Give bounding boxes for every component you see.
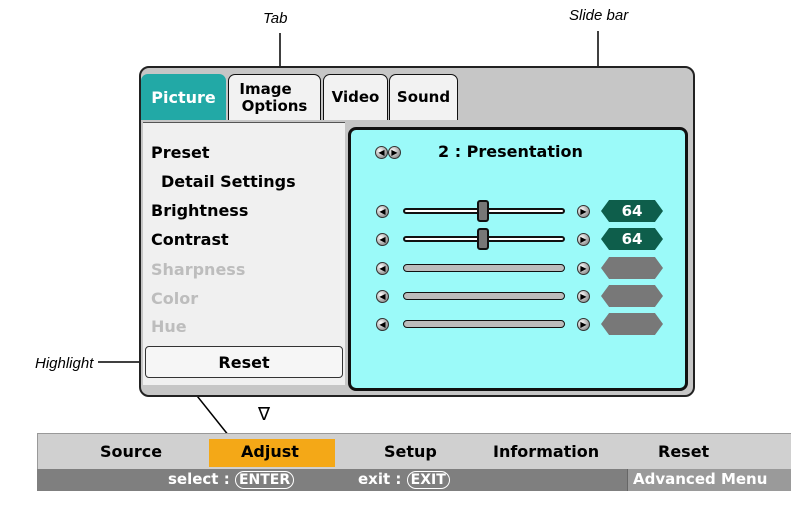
hue-decrease-arrow-icon: ◀ [376,318,389,331]
contrast-decrease-arrow-icon[interactable]: ◀ [376,233,389,246]
bottom-menu-source[interactable]: Source [100,442,162,461]
preset-right-arrow-icon[interactable]: ▶ [388,146,401,159]
preset-left-arrow-icon[interactable]: ◀ [375,146,388,159]
hue-value-badge [601,313,663,335]
menu-item-hue: Hue [151,317,187,336]
bottom-menu-information[interactable]: Information [493,442,599,461]
color-decrease-arrow-icon: ◀ [376,290,389,303]
menu-item-brightness[interactable]: Brightness [151,201,248,220]
contrast-value-badge: 64 [601,228,663,250]
menu-item-preset[interactable]: Preset [151,143,210,162]
sharpness-decrease-arrow-icon: ◀ [376,262,389,275]
select-hint-label: select : [168,470,230,488]
tab-video[interactable]: Video [323,74,388,120]
tab-sound[interactable]: Sound [389,74,458,120]
reset-button[interactable]: Reset [145,346,343,378]
select-hint: select : ENTER [168,470,295,489]
bottom-menu-setup[interactable]: Setup [384,442,437,461]
brightness-increase-arrow-icon[interactable]: ▶ [577,205,590,218]
exit-hint: exit : EXIT [358,470,450,489]
exit-key-icon: EXIT [406,471,450,489]
enter-key-icon: ENTER [234,471,295,489]
sharpness-slider-track [403,264,565,272]
preset-value: 2 : Presentation [438,142,583,161]
color-slider-track [403,292,565,300]
sharpness-increase-arrow-icon: ▶ [577,262,590,275]
tab-video-label: Video [331,88,380,106]
brightness-slider-thumb[interactable] [477,200,489,222]
exit-hint-label: exit : [358,470,402,488]
contrast-increase-arrow-icon[interactable]: ▶ [577,233,590,246]
sharpness-value-badge [601,257,663,279]
more-down-indicator-icon: ∇ [258,404,271,425]
tab-image-options[interactable]: Image Options [228,74,321,120]
bottom-menu-adjust[interactable]: Adjust [241,442,299,461]
bottom-menu-reset[interactable]: Reset [658,442,709,461]
menu-item-sharpness: Sharpness [151,260,246,279]
brightness-value-badge: 64 [601,200,663,222]
hue-slider-track [403,320,565,328]
color-increase-arrow-icon: ▶ [577,290,590,303]
menu-item-contrast[interactable]: Contrast [151,230,229,249]
brightness-decrease-arrow-icon[interactable]: ◀ [376,205,389,218]
menu-item-color: Color [151,289,199,308]
tab-picture[interactable]: Picture [141,74,226,120]
tab-image-options-line1: Image [239,79,292,98]
hue-increase-arrow-icon: ▶ [577,318,590,331]
menu-mode-label: Advanced Menu [633,470,768,488]
tab-image-options-line2: Options [241,96,308,115]
reset-button-label: Reset [218,352,270,372]
tab-picture-label: Picture [151,88,216,107]
color-value-badge [601,285,663,307]
menu-item-detail-settings[interactable]: Detail Settings [161,172,296,191]
tab-sound-label: Sound [396,88,451,106]
contrast-slider-thumb[interactable] [477,228,489,250]
